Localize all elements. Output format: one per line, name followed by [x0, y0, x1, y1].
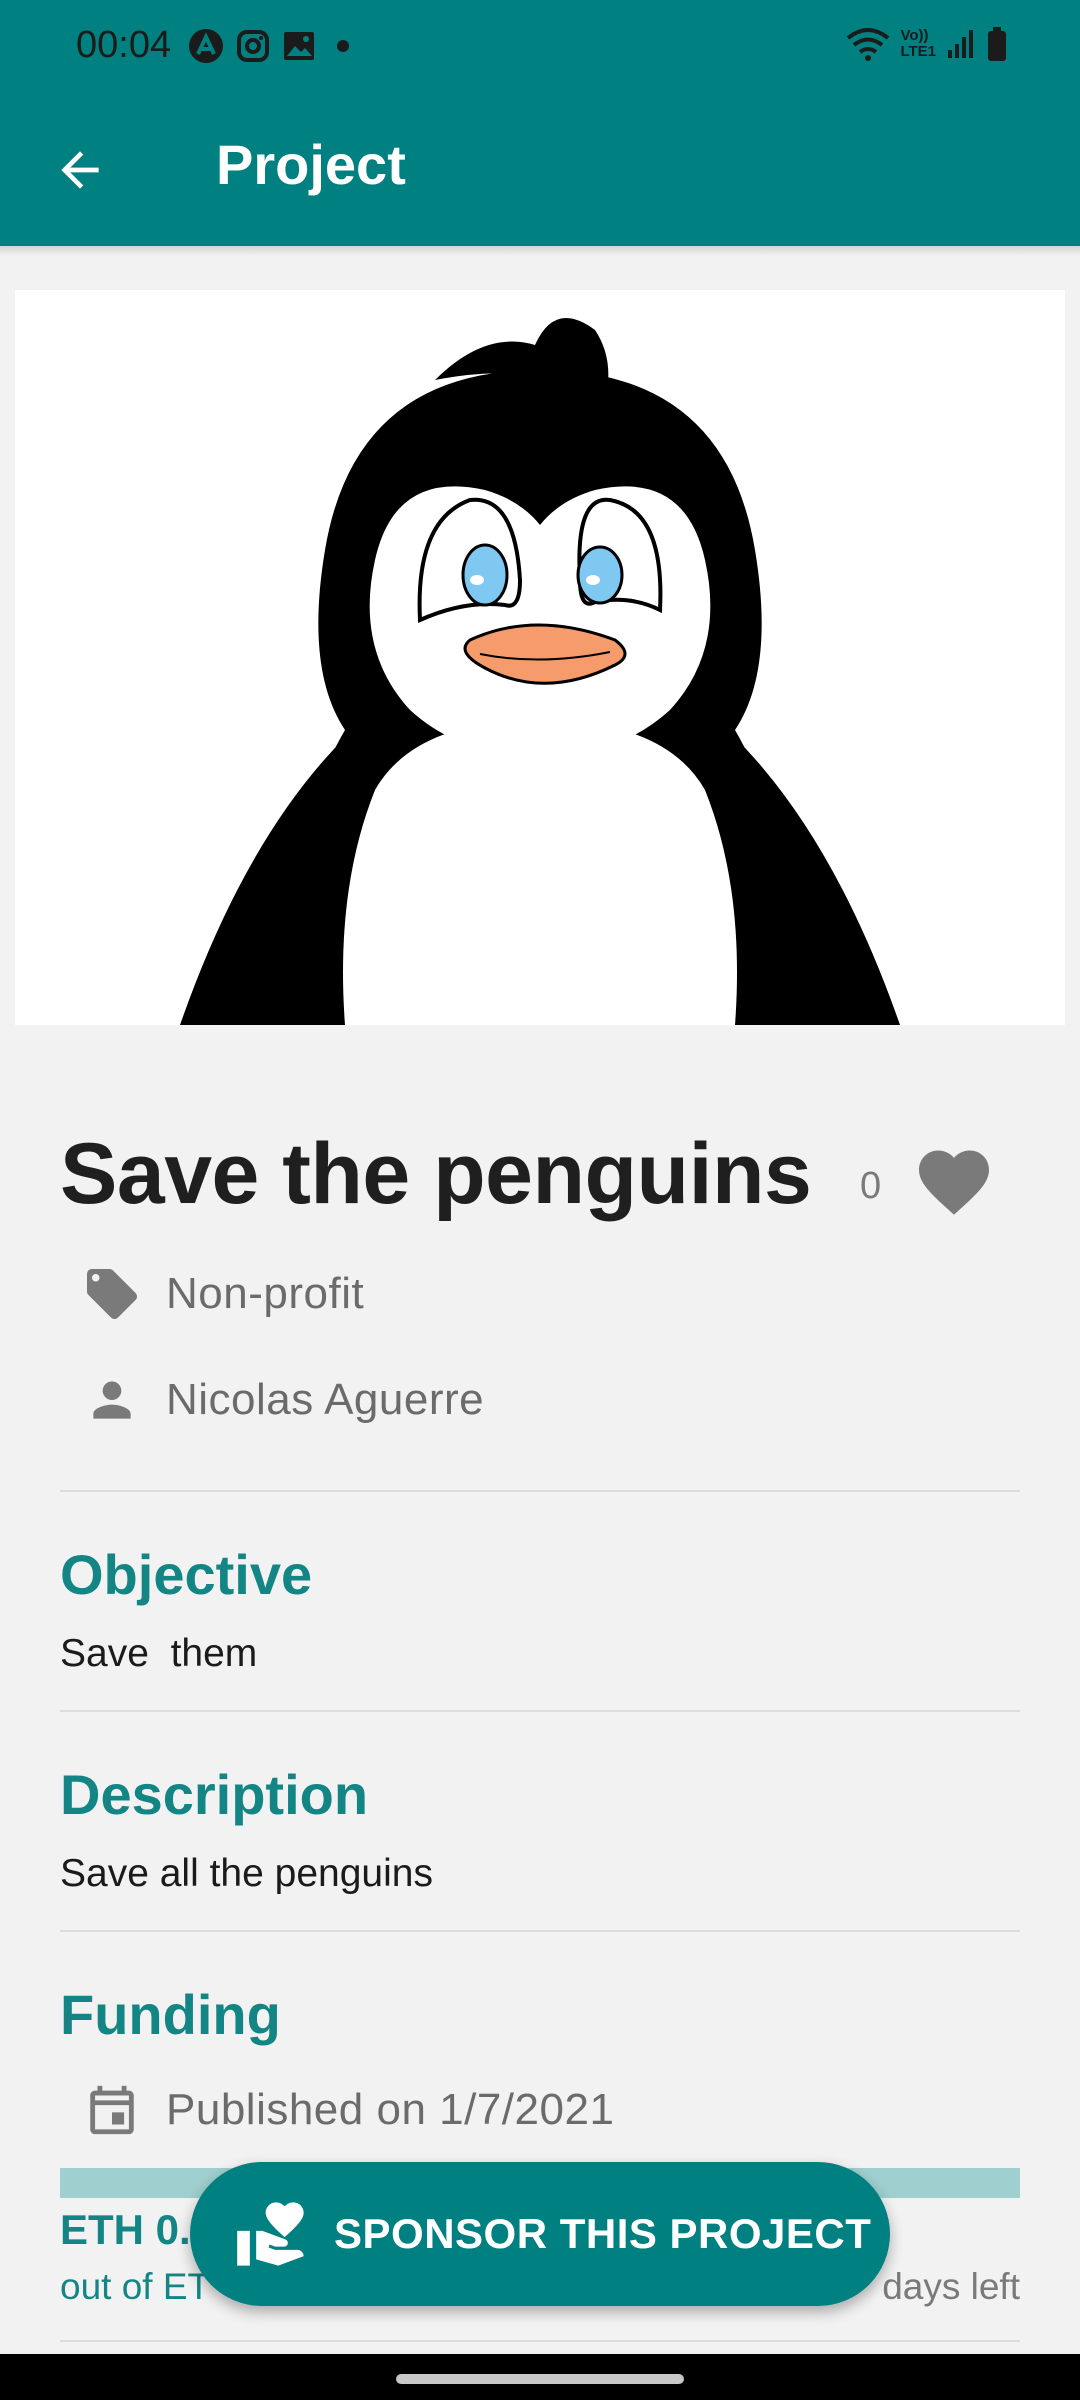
sponsor-button-label: SPONSOR THIS PROJECT: [334, 2210, 872, 2257]
divider-2: [60, 1710, 1020, 1712]
project-title: Save the penguins: [60, 1126, 812, 1222]
description-heading: Description: [60, 1763, 369, 1826]
published-row: Published on 1/7/2021: [80, 2078, 614, 2142]
back-button[interactable]: [40, 130, 120, 210]
signal-icon: [948, 30, 973, 58]
calendar-icon: [80, 2078, 144, 2142]
gallery-icon: [284, 32, 314, 60]
category-row: Non-profit: [80, 1262, 364, 1326]
like-button[interactable]: [912, 1140, 996, 1224]
status-icons-left: [188, 28, 358, 64]
objective-text: Save them: [60, 1632, 258, 1675]
page-title: Project: [216, 133, 406, 196]
system-nav-bar: [0, 2354, 1080, 2400]
eth-raised: ETH 0.: [60, 2206, 191, 2253]
penguin-illustration: [180, 318, 900, 1025]
owner-name: Nicolas Aguerre: [166, 1375, 485, 1424]
eth-goal: out of ET: [60, 2266, 211, 2307]
dot-icon: [337, 40, 349, 52]
status-time: 00:04: [76, 24, 172, 66]
project-image: [15, 290, 1065, 1025]
objective-heading: Objective: [60, 1543, 313, 1606]
funding-heading: Funding: [60, 1983, 281, 2046]
owner-row: Nicolas Aguerre: [80, 1368, 484, 1432]
instagram-icon: [237, 30, 269, 62]
description-text: Save all the penguins: [60, 1852, 433, 1895]
app-badge-icon: [189, 29, 223, 63]
tag-icon: [80, 1262, 144, 1326]
volte-icon: Vo)) LTE1: [900, 28, 936, 60]
battery-icon: [988, 27, 1006, 61]
divider-4: [60, 2340, 1020, 2342]
volte-bottom: LTE1: [900, 43, 936, 60]
like-count: 0: [860, 1165, 882, 1207]
person-icon: [80, 1368, 144, 1432]
divider-3: [60, 1930, 1020, 1932]
wifi-icon: [847, 28, 890, 61]
home-gesture-handle[interactable]: [396, 2374, 684, 2384]
volunteer-hand-heart-icon: [237, 2202, 304, 2266]
app-bar-shadow: [0, 246, 1080, 256]
app-bar: Project: [0, 96, 1080, 246]
volte-top: Vo)): [900, 27, 929, 44]
arrow-back-icon: [61, 151, 99, 189]
published-date: Published on 1/7/2021: [166, 2085, 615, 2134]
category-label: Non-profit: [166, 1269, 365, 1318]
heart-icon: [919, 1150, 989, 1215]
divider-1: [60, 1490, 1020, 1492]
status-bar: 00:04 Vo)) LTE1: [0, 0, 1080, 96]
status-icons-right: Vo)) LTE1: [846, 26, 1008, 62]
days-left: days left: [882, 2266, 1020, 2307]
sponsor-project-button[interactable]: SPONSOR THIS PROJECT: [190, 2162, 890, 2306]
